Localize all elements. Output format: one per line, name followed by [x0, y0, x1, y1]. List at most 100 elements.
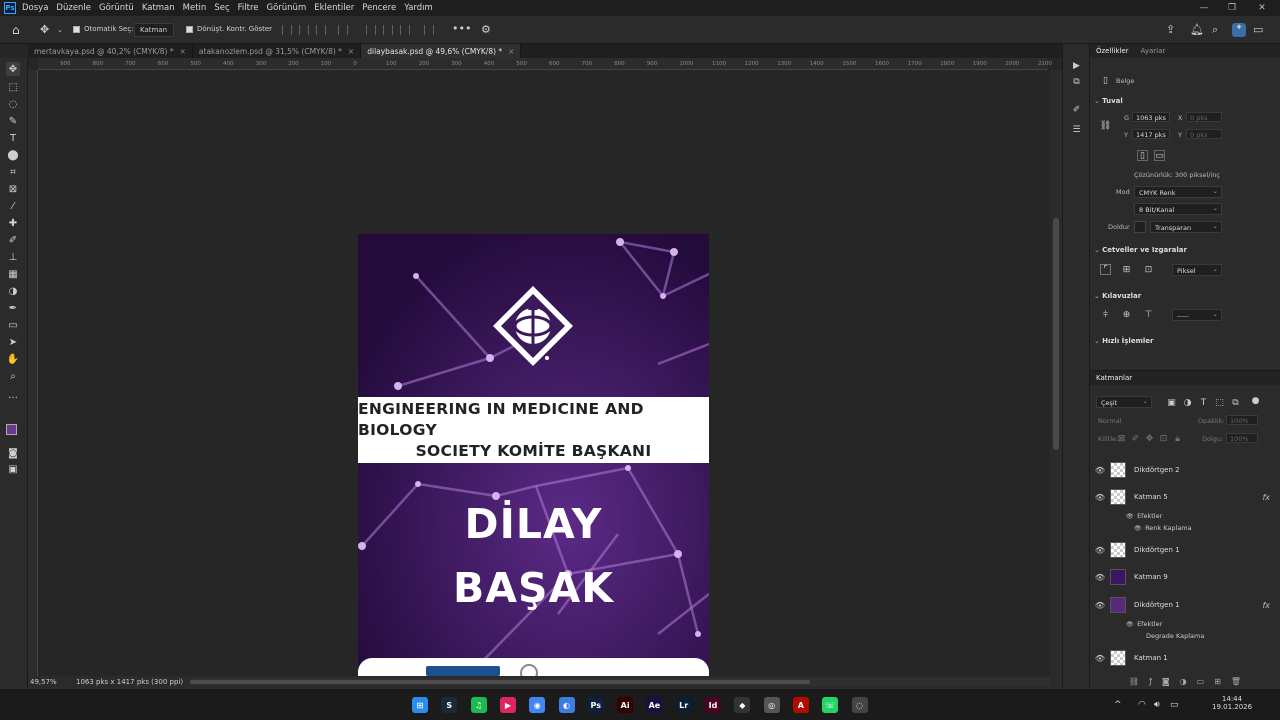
effect-eye-icon[interactable]: 👁︎ [1134, 525, 1143, 532]
wifi-icon[interactable]: ◠ [1138, 700, 1146, 710]
align-center-icon[interactable] [299, 25, 309, 35]
discover-icon[interactable]: ✦ [1232, 23, 1246, 37]
dodge-tool-icon[interactable]: ◑ [6, 284, 20, 298]
screen-mode-icon[interactable]: ▣ [6, 462, 20, 476]
taskbar-app-icon[interactable]: S [441, 697, 458, 713]
drop-tool-icon[interactable]: ⬤ [6, 148, 20, 162]
healing-tool-icon[interactable]: ✚ [6, 216, 20, 230]
quick-actions-section-title[interactable]: Hızlı İşlemler [1094, 337, 1153, 345]
visibility-eye-icon[interactable]: 👁︎ [1090, 654, 1110, 663]
menu-edit[interactable]: Düzenle [56, 3, 91, 13]
ruler-toggle-icon[interactable]: ⌜ [1100, 264, 1111, 275]
opacity-field[interactable]: 100% [1226, 415, 1258, 425]
guides-icon[interactable]: ⫩ [1100, 309, 1111, 320]
add-style-icon[interactable]: ƒ [1149, 677, 1152, 686]
visibility-eye-icon[interactable]: 👁︎ [1090, 493, 1110, 502]
volume-icon[interactable]: 🔊︎ [1154, 700, 1160, 710]
taskbar-app-icon[interactable]: Lr [675, 697, 692, 713]
align-middle-icon[interactable] [383, 25, 393, 35]
effects-eye-icon[interactable]: 👁︎ [1126, 513, 1135, 520]
brush-tool-icon[interactable]: ✐ [6, 233, 20, 247]
visibility-eye-icon[interactable]: 👁︎ [1090, 573, 1110, 582]
scroll-thumb[interactable] [190, 680, 810, 684]
filter-toggle-icon[interactable]: ● [1250, 395, 1261, 406]
tab-mertavkaya[interactable]: mertavkaya.psd @ 40,2% (CMYK/8) * × [28, 44, 193, 58]
shape-tool-icon[interactable]: ▭ [6, 318, 20, 332]
layer-filter-dropdown[interactable]: Çeşit [1096, 396, 1152, 408]
more-options-icon[interactable]: ••• [452, 22, 471, 35]
delete-layer-icon[interactable]: 🗑︎ [1231, 677, 1241, 686]
tab-adjustments[interactable]: Ayarlar [1135, 47, 1172, 55]
tab-close-icon[interactable]: × [348, 47, 354, 56]
layer-fill-field[interactable]: 100% [1226, 433, 1258, 443]
menu-layer[interactable]: Katman [142, 3, 175, 13]
effect-gradient-overlay[interactable]: Degrade Kaplama [1146, 632, 1204, 640]
tab-close-icon[interactable]: × [180, 47, 186, 56]
scroll-thumb[interactable] [1053, 218, 1059, 450]
tray-chevron-icon[interactable]: ^ [1114, 700, 1122, 710]
tab-atakanozlem[interactable]: atakanozlem.psd @ 31,5% (CMYK/8) * × [193, 44, 362, 58]
x-field[interactable]: 0 pks [1186, 112, 1222, 122]
path-select-tool-icon[interactable]: ➤ [6, 335, 20, 349]
canvas-section-title[interactable]: Tuval [1094, 97, 1123, 105]
filter-image-icon[interactable]: ▣ [1166, 397, 1177, 408]
adjustments-icon[interactable]: ☰ [1071, 124, 1082, 135]
bell-icon[interactable]: 🔔︎ [1190, 23, 1204, 36]
add-guide-icon[interactable]: ⊕ [1121, 309, 1132, 320]
landscape-orientation-icon[interactable]: ▭ [1154, 150, 1165, 161]
y-field[interactable]: 0 pks [1186, 129, 1222, 139]
taskbar-app-icon[interactable]: ◎ [763, 697, 780, 713]
close-icon[interactable]: ✕ [1248, 0, 1276, 16]
tab-properties[interactable]: Özellikler [1090, 47, 1135, 55]
new-layer-icon[interactable]: ⊞ [1214, 677, 1221, 686]
restore-icon[interactable]: ❐ [1218, 0, 1246, 16]
align-bottom-icon[interactable] [400, 25, 410, 35]
layer-effects-icon[interactable]: fx [1262, 601, 1270, 610]
marquee-tool-icon[interactable]: ⬚ [6, 80, 20, 94]
layer-row[interactable]: 👁︎ Dikdörtgen 2 [1090, 459, 1274, 481]
guide-style-dropdown[interactable]: ----- [1172, 309, 1222, 321]
guides-section-title[interactable]: Kılavuzlar [1094, 292, 1141, 300]
foreground-color-swatch[interactable] [6, 424, 17, 435]
menu-window[interactable]: Pencere [362, 3, 396, 13]
layer-effects-icon[interactable]: fx [1262, 493, 1270, 502]
taskbar-app-icon[interactable]: Ps [587, 697, 604, 713]
align-right-icon[interactable] [316, 25, 326, 35]
taskbar-app-icon[interactable]: ◌ [851, 697, 868, 713]
taskbar-app-icon[interactable]: ♫ [470, 697, 487, 713]
layer-row[interactable]: 👁︎ Katman 1 [1090, 647, 1274, 669]
pixel-grid-icon[interactable]: ⊡ [1143, 264, 1154, 275]
portrait-orientation-icon[interactable]: ▯ [1137, 150, 1148, 161]
frame-tool-icon[interactable]: ⊠ [6, 182, 20, 196]
filter-type-icon[interactable]: T [1198, 397, 1209, 408]
history-icon[interactable]: ⧉ [1071, 76, 1082, 87]
new-group-icon[interactable]: ▭ [1197, 677, 1205, 686]
vertical-scrollbar[interactable] [1050, 70, 1062, 676]
lock-all-icon[interactable]: 🔒︎ [1172, 433, 1183, 444]
auto-select-dropdown[interactable]: Katman [134, 23, 174, 37]
chevron-down-icon[interactable]: ⌄ [57, 26, 63, 34]
link-layers-icon[interactable]: ⛓ [1129, 677, 1139, 686]
taskbar-app-icon[interactable]: ☏ [822, 697, 839, 713]
menu-help[interactable]: Yardım [404, 3, 433, 13]
menu-plugins[interactable]: Eklentiler [314, 3, 354, 13]
eyedropper-tool-icon[interactable]: ⁄ [6, 199, 20, 213]
workspace-icon[interactable]: ▭ [1253, 23, 1263, 36]
add-mask-icon[interactable]: ◙ [1162, 677, 1170, 686]
rulers-grids-section-title[interactable]: Cetveller ve Izgaralar [1094, 246, 1187, 254]
filter-smart-object-icon[interactable]: ⧉ [1230, 397, 1241, 408]
layer-row[interactable]: 👁︎ Dikdörtgen 1 fx [1090, 594, 1274, 616]
align-top-icon[interactable] [366, 25, 376, 35]
pen-tool-icon[interactable]: ✒ [6, 301, 20, 315]
show-transform-checkbox[interactable]: Dönüşt. Kontr. Göster [186, 25, 272, 33]
auto-select-checkbox[interactable]: Otomatik Seç: [73, 25, 134, 33]
menu-type[interactable]: Metin [183, 3, 207, 13]
tab-dilaybasak[interactable]: dilaybasak.psd @ 49,6% (CMYK/8) * × [361, 44, 522, 58]
taskbar-app-icon[interactable]: Id [705, 697, 721, 713]
distribute-icon[interactable] [338, 25, 348, 35]
object-select-tool-icon[interactable]: ✎ [6, 114, 20, 128]
fill-swatch[interactable] [1134, 221, 1146, 233]
width-field[interactable]: 1063 pks [1132, 112, 1170, 122]
home-icon[interactable]: ⌂ [12, 23, 20, 37]
effect-color-overlay[interactable]: 👁︎ Renk Kaplama [1134, 524, 1192, 532]
